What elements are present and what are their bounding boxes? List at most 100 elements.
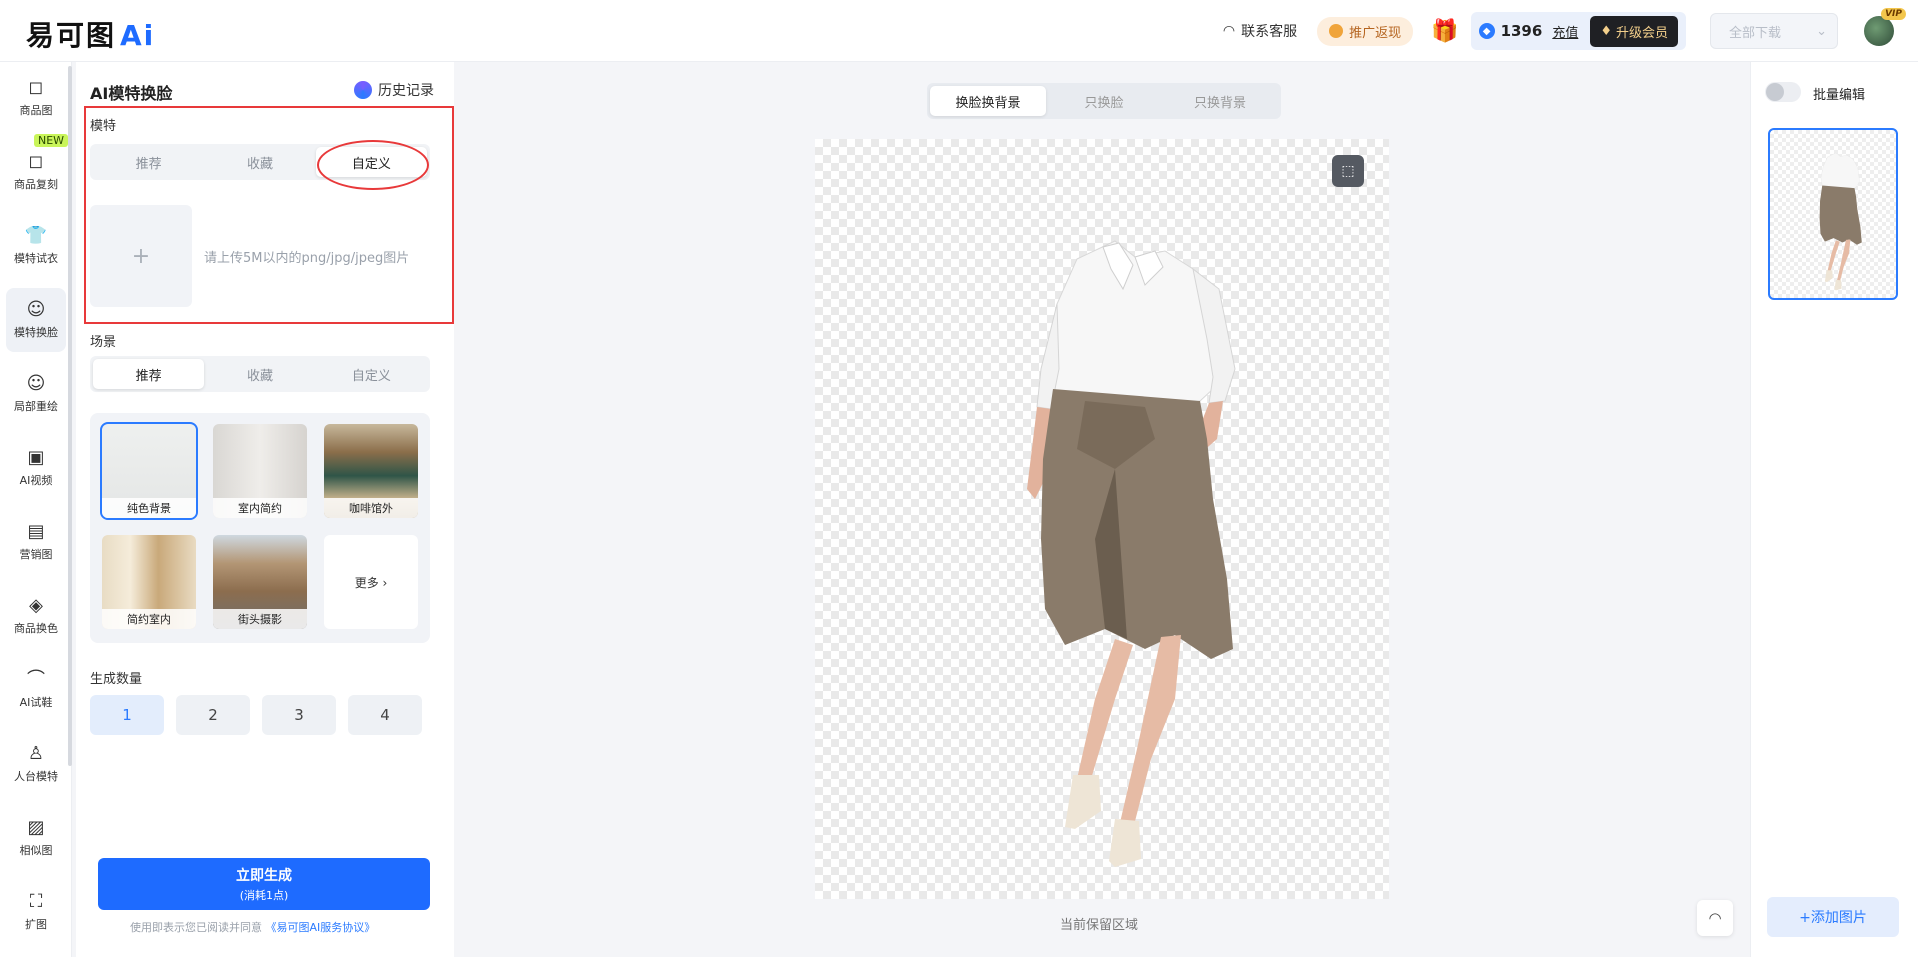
nav-item-ai-video[interactable]: ▣ AI视频 bbox=[6, 436, 66, 500]
nav-item-marketing[interactable]: ▤ 营销图 bbox=[6, 510, 66, 574]
nav-scrollbar[interactable] bbox=[68, 66, 72, 766]
diamond-icon: ♦ bbox=[1600, 23, 1612, 39]
thumbnail-illustration bbox=[1819, 152, 1862, 291]
video-icon: ▣ bbox=[27, 447, 45, 468]
scene-card[interactable]: 纯色背景 bbox=[100, 422, 198, 520]
scene-grid: 纯色背景 室内简约 咖啡馆外 简约室内 街头摄影 更多 › bbox=[90, 413, 430, 643]
scene-section-label: 场景 bbox=[90, 335, 117, 350]
contact-service-label: 联系客服 bbox=[1241, 24, 1298, 40]
nav-item-mannequin[interactable]: ♙ 人台模特 bbox=[6, 732, 66, 796]
history-icon bbox=[354, 81, 372, 99]
nav-label: AI视频 bbox=[19, 474, 53, 487]
toggle-knob bbox=[1766, 83, 1784, 101]
scene-tab-recommend[interactable]: 推荐 bbox=[93, 359, 205, 389]
generate-button[interactable]: 立即生成 (消耗1点) bbox=[98, 858, 430, 910]
mode-tab-face-only[interactable]: 只换脸 bbox=[1046, 86, 1162, 116]
upgrade-vip-label: 升级会员 bbox=[1615, 25, 1668, 41]
nav-label: 商品复刻 bbox=[14, 178, 58, 191]
nav-label: 商品换色 bbox=[14, 622, 58, 635]
more-label: 更多 › bbox=[354, 575, 388, 590]
more-scenes-button[interactable]: 更多 › bbox=[324, 535, 418, 629]
nav-label: 模特换脸 bbox=[14, 326, 58, 339]
preserved-area-image[interactable] bbox=[815, 139, 1389, 899]
download-all-label: 全部下载 bbox=[1729, 25, 1782, 41]
contact-service-link[interactable]: ◠ 联系客服 bbox=[1223, 21, 1297, 41]
panel-title: AI模特换脸 bbox=[90, 84, 173, 103]
agreement-text: 使用即表示您已阅读并同意 《易可图AI服务协议》 bbox=[130, 919, 375, 935]
scene-label: 街头摄影 bbox=[213, 609, 307, 629]
nav-item-inpaint[interactable]: ☺ 局部重绘 bbox=[6, 362, 66, 426]
scene-tab-custom[interactable]: 自定义 bbox=[316, 359, 427, 389]
generate-cost: (消耗1点) bbox=[239, 889, 289, 902]
nav-label: 相似图 bbox=[19, 844, 53, 857]
promo-button[interactable]: 推广返现 bbox=[1317, 16, 1414, 46]
image-thumbnail[interactable] bbox=[1768, 128, 1898, 300]
shirt-icon: 👕 bbox=[24, 225, 48, 246]
count-option-1[interactable]: 1 bbox=[90, 695, 164, 735]
chevron-down-icon[interactable]: ⌄ bbox=[1816, 24, 1827, 39]
nav-label: 人台模特 bbox=[14, 770, 58, 783]
garment-illustration bbox=[1027, 240, 1236, 867]
scene-tabs: 推荐 收藏 自定义 bbox=[90, 356, 430, 392]
batch-edit-label: 批量编辑 bbox=[1813, 88, 1866, 103]
scene-label: 简约室内 bbox=[102, 609, 196, 629]
nav-label: 商品图 bbox=[19, 104, 53, 117]
batch-edit-toggle[interactable] bbox=[1765, 82, 1801, 102]
nav-item-product-image[interactable]: ◻ 商品图 bbox=[6, 66, 66, 130]
face-icon: ☺ bbox=[26, 299, 46, 320]
scene-card[interactable]: 咖啡馆外 bbox=[324, 424, 418, 518]
nav-item-model-tryon[interactable]: 👕 模特试衣 bbox=[6, 214, 66, 278]
scene-tab-favorites[interactable]: 收藏 bbox=[204, 359, 315, 389]
agreement-prefix: 使用即表示您已阅读并同意 bbox=[130, 921, 262, 934]
nav-item-product-copy[interactable]: NEW ◻ 商品复刻 bbox=[6, 134, 69, 204]
nav-label: 营销图 bbox=[19, 548, 53, 561]
mode-tabs: 换脸换背景 只换脸 只换背景 bbox=[927, 83, 1281, 119]
download-all-button[interactable]: 全部下载 ⌄ bbox=[1710, 13, 1838, 49]
history-button[interactable]: 历史记录 bbox=[354, 80, 434, 100]
scene-card[interactable]: 简约室内 bbox=[102, 535, 196, 629]
mode-tab-face-and-bg[interactable]: 换脸换背景 bbox=[930, 86, 1046, 116]
count-option-2[interactable]: 2 bbox=[176, 695, 250, 735]
face-edit-icon: ☺ bbox=[26, 373, 46, 394]
nav-item-shoe-tryon[interactable]: ⌒ AI试鞋 bbox=[6, 658, 66, 722]
coin-icon bbox=[1329, 24, 1344, 38]
avatar[interactable]: VIP bbox=[1864, 8, 1906, 46]
headset-icon: ◠ bbox=[1222, 23, 1236, 39]
left-nav: ◻ 商品图 NEW ◻ 商品复刻 👕 模特试衣 ☺ 模特换脸 ☺ 局部重绘 ▣ … bbox=[0, 62, 72, 957]
nav-item-face-swap[interactable]: ☺ 模特换脸 bbox=[6, 288, 66, 352]
add-image-button[interactable]: +添加图片 bbox=[1767, 897, 1899, 937]
nav-label: 扩图 bbox=[25, 918, 47, 931]
scene-card[interactable]: 街头摄影 bbox=[213, 535, 307, 629]
gift-icon[interactable]: 🎁 bbox=[1431, 19, 1458, 44]
nav-label: 局部重绘 bbox=[14, 400, 58, 413]
scene-card[interactable]: 室内简约 bbox=[213, 424, 307, 518]
mannequin-icon: ♙ bbox=[27, 743, 45, 764]
annotation-ellipse bbox=[317, 140, 429, 190]
nav-label: 模特试衣 bbox=[14, 252, 58, 265]
bag-icon: ◻ bbox=[28, 77, 44, 98]
count-option-3[interactable]: 3 bbox=[262, 695, 336, 735]
drop-icon: ◈ bbox=[29, 595, 43, 616]
canvas-area: 换脸换背景 只换脸 只换背景 ⬚ 当前保留区域 ◠ bbox=[454, 62, 1750, 957]
mode-tab-bg-only[interactable]: 只换背景 bbox=[1162, 86, 1278, 116]
annotation-box bbox=[84, 106, 454, 324]
copy-bag-icon: ◻ bbox=[28, 151, 44, 172]
recharge-link[interactable]: 充值 bbox=[1552, 22, 1578, 41]
nav-item-similar[interactable]: ▨ 相似图 bbox=[6, 806, 66, 870]
nav-item-expand[interactable]: ⛶ 扩图 bbox=[6, 880, 66, 944]
vip-badge: VIP bbox=[1881, 8, 1906, 20]
count-option-4[interactable]: 4 bbox=[348, 695, 422, 735]
customer-support-icon[interactable]: ◠ bbox=[1697, 900, 1733, 936]
promo-label: 推广返现 bbox=[1349, 25, 1402, 41]
selection-tool-icon[interactable]: ⬚ bbox=[1332, 155, 1364, 187]
generate-label: 立即生成 bbox=[236, 868, 292, 884]
agreement-link[interactable]: 《易可图AI服务协议》 bbox=[266, 921, 376, 934]
nav-item-recolor[interactable]: ◈ 商品换色 bbox=[6, 584, 66, 648]
upgrade-vip-button[interactable]: ♦ 升级会员 bbox=[1590, 15, 1678, 47]
count-section-label: 生成数量 bbox=[90, 672, 143, 687]
history-label: 历史记录 bbox=[378, 83, 434, 99]
keep-area-label: 当前保留区域 bbox=[1060, 918, 1139, 933]
scene-label: 纯色背景 bbox=[102, 498, 196, 518]
logo[interactable]: 易可图 Ai bbox=[26, 14, 155, 54]
points-balance: 1396 bbox=[1500, 22, 1543, 40]
